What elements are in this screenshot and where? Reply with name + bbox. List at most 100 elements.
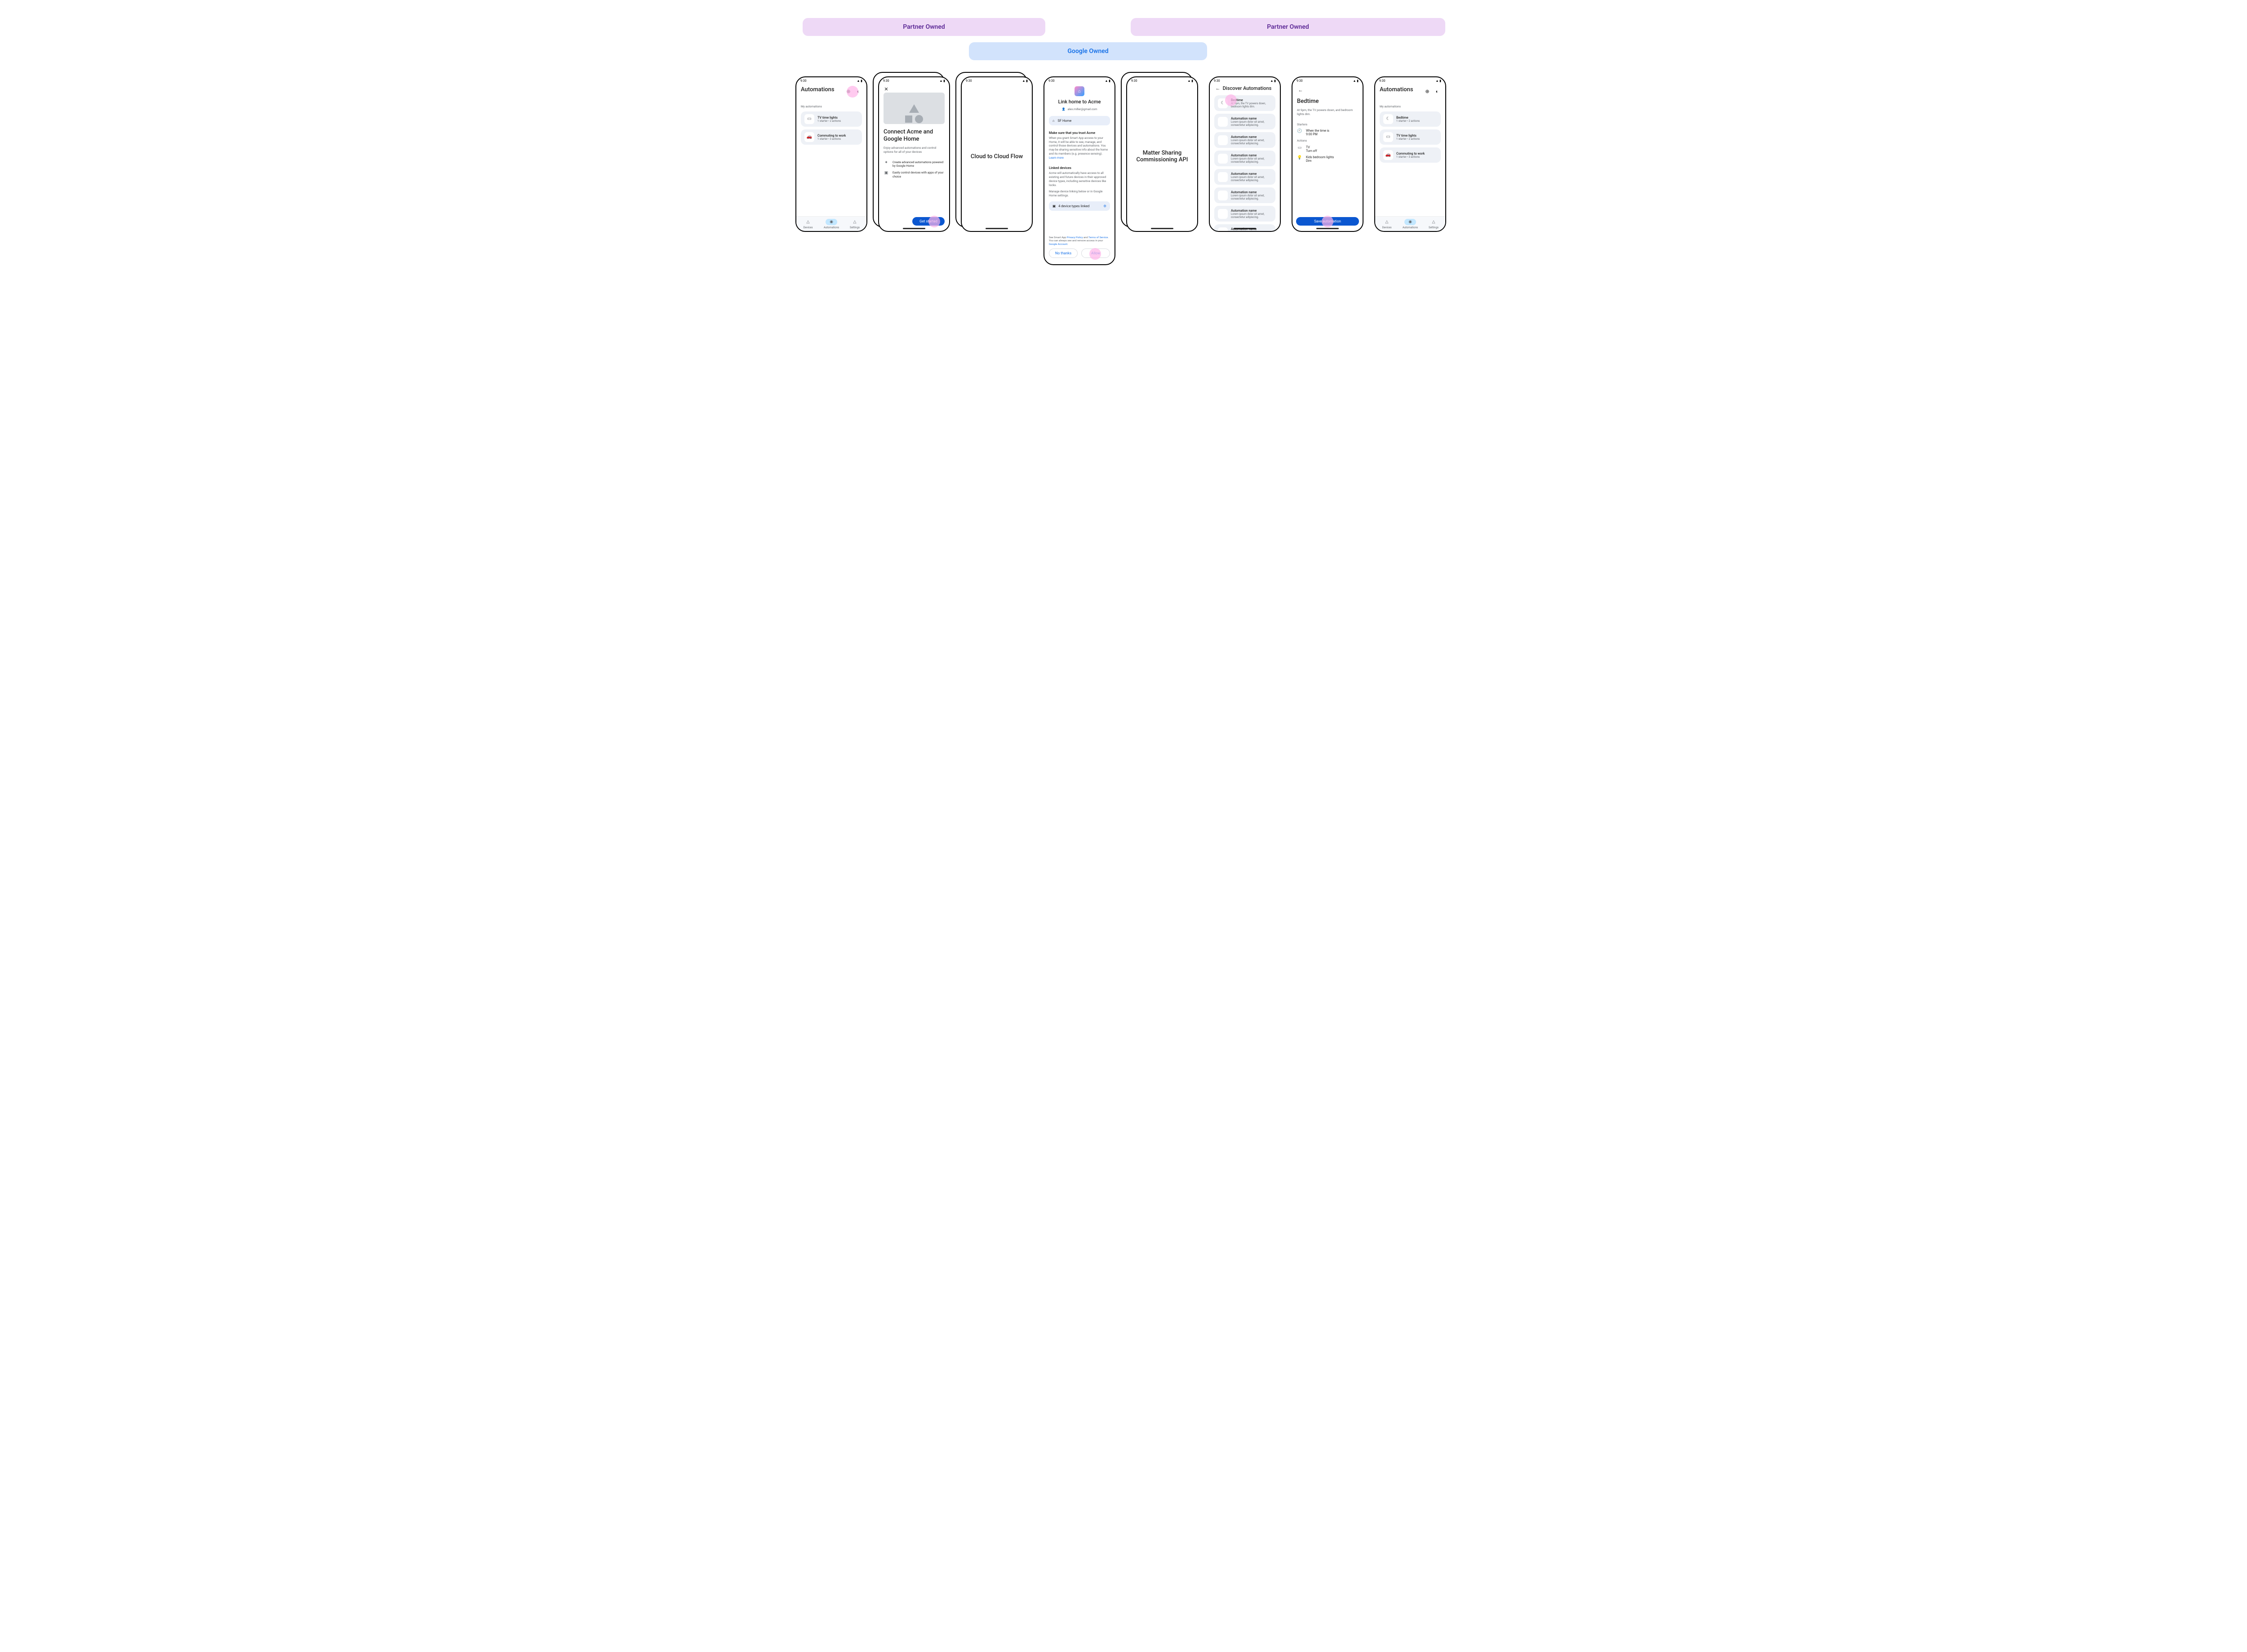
automation-subtitle: At 9pm, the TV powers down, and bedroom … <box>1297 108 1358 116</box>
automation-row[interactable]: 🚗Commuting to work1 starter • 3 actions <box>801 129 862 145</box>
home-indicator <box>903 228 925 229</box>
learn-more-link[interactable]: Learn more <box>1049 156 1064 160</box>
action-row[interactable]: 💡Kids bedroom lightsDim <box>1297 155 1358 163</box>
status-time: 9:30 <box>800 79 807 83</box>
row-subtitle: 1 starter • 2 actions <box>1396 120 1420 123</box>
row-thumbnail <box>1218 117 1228 127</box>
status-icons: ▲ ▮ <box>1270 79 1276 83</box>
row-title: Bedtime <box>1396 115 1420 120</box>
moon-icon: ☾ <box>1218 98 1228 108</box>
nav-settings[interactable]: △Settings <box>843 217 866 231</box>
status-icons: ▲ ▮ <box>1105 79 1110 83</box>
gear-icon[interactable]: ⚙ <box>1103 204 1106 208</box>
close-button[interactable]: ✕ <box>883 85 890 93</box>
section-header: My automations <box>1380 105 1441 109</box>
allow-button[interactable]: Allow <box>1081 249 1110 258</box>
add-automation-button[interactable]: ⊕ <box>845 88 852 95</box>
privacy-policy-link[interactable]: Privacy Policy <box>1067 236 1083 239</box>
row-subtitle: 1 starter • 3 actions <box>1396 155 1425 159</box>
home-indicator <box>1316 228 1339 229</box>
hero-illustration-row2 <box>884 113 945 124</box>
nav-settings[interactable]: △Settings <box>1422 217 1445 231</box>
automation-title: Bedtime <box>1297 98 1358 105</box>
account-avatar-button[interactable]: ◐ <box>1434 88 1441 95</box>
bottom-nav: △Devices ◉Automations △Settings <box>796 216 866 231</box>
status-icons: ▲ ▮ <box>1353 79 1359 83</box>
phone-link-home: 9:30 ▲ ▮ ⌂ Link home to Acme 👤 alex.mill… <box>1044 76 1115 265</box>
row-thumbnail <box>1218 191 1228 200</box>
automation-row[interactable]: Automation nameLorem ipsum dolor sit ame… <box>1214 132 1275 148</box>
save-automation-button[interactable]: Save automation <box>1296 217 1359 226</box>
starters-heading: Starters <box>1297 123 1358 127</box>
status-time: 9:30 <box>966 79 972 83</box>
person-icon: 👤 <box>1061 107 1065 111</box>
bullet-icon: ▣ <box>884 171 889 179</box>
linked-body: Acme will automatically have access to a… <box>1049 171 1110 187</box>
row-icon: ▭ <box>1383 132 1393 142</box>
status-time: 9:30 <box>883 79 889 83</box>
account-avatar-button[interactable]: ◐ <box>855 88 862 95</box>
status-bar: 9:30 ▲ ▮ <box>796 77 866 84</box>
banner-partner-owned-left: Partner Owned <box>803 18 1045 36</box>
status-bar: 9:30 ▲ ▮ <box>1375 77 1445 84</box>
phone-connect-acme: 9:30 ▲ ▮ ✕ Connect Acme and Google Home <box>878 76 950 232</box>
automation-row[interactable]: 🚗Commuting to work1 starter • 3 actions <box>1380 147 1441 163</box>
status-time: 9:30 <box>1214 79 1220 83</box>
status-time: 9:30 <box>1048 79 1055 83</box>
row-thumbnail <box>1218 135 1228 145</box>
automation-row[interactable]: Automation nameLorem ipsum dolor sit ame… <box>1214 169 1275 185</box>
add-automation-button[interactable]: ⊕ <box>1424 88 1431 95</box>
status-bar: 9:30 ▲ ▮ <box>879 77 949 84</box>
page-title: Automations <box>1380 86 1413 93</box>
home-indicator <box>986 228 1008 229</box>
google-account-link[interactable]: Google Account <box>1049 243 1067 246</box>
nav-devices[interactable]: △Devices <box>796 217 820 231</box>
status-bar: 9:30 ▲ ▮ <box>1127 77 1197 84</box>
nav-devices[interactable]: △Devices <box>1375 217 1399 231</box>
status-bar: 9:30 ▲ ▮ <box>1292 77 1363 84</box>
ownership-banners: Partner Owned Partner Owned Google Owned <box>795 18 1452 67</box>
automation-row[interactable]: Automation nameLorem ipsum dolor sit ame… <box>1214 151 1275 166</box>
home-indicator <box>1151 228 1173 229</box>
automation-row[interactable]: Automation nameLorem ipsum dolor sit ame… <box>1214 114 1275 129</box>
starter-row[interactable]: 🕘 When the time is9:00 PM <box>1297 129 1358 136</box>
no-thanks-button[interactable]: No thanks <box>1049 249 1078 258</box>
terms-link[interactable]: Terms of Service <box>1088 236 1108 239</box>
nav-automations[interactable]: ◉Automations <box>1399 217 1422 231</box>
action-icon: 💡 <box>1297 155 1302 163</box>
phone-bedtime-detail: 9:30 ▲ ▮ ← Bedtime At 9pm, the TV powers… <box>1292 76 1363 232</box>
banner-partner-owned-right: Partner Owned <box>1131 18 1445 36</box>
automation-row[interactable]: ☾Bedtime1 starter • 2 actions <box>1380 111 1441 127</box>
back-button[interactable]: ← <box>1297 86 1304 93</box>
automation-row[interactable]: Automation nameLorem ipsum dolor sit ame… <box>1214 206 1275 222</box>
feature-bullet: ✦Create advanced automations powered by … <box>884 160 945 169</box>
status-bar: 9:30 ▲ ▮ <box>962 77 1032 84</box>
phone-automations-before: 9:30 ▲ ▮ Automations ⊕ ◐ My automations … <box>795 76 867 232</box>
bullet-icon: ✦ <box>884 160 889 169</box>
row-icon: ▭ <box>804 114 814 124</box>
automation-row[interactable]: ▭TV time lights1 starter • 2 actions <box>1380 129 1441 145</box>
row-title: TV time lights <box>817 115 841 120</box>
feature-bullet: ▣Easily control devices with apps of you… <box>884 171 945 179</box>
status-icons: ▲ ▮ <box>939 79 945 83</box>
placeholder-title: Matter Sharing Commissioning API <box>1132 86 1193 226</box>
home-selector[interactable]: ⌂ SF Home <box>1049 116 1110 125</box>
page-title: Automations <box>801 86 835 93</box>
automation-row[interactable]: ▭TV time lights1 starter • 2 actions <box>801 111 862 127</box>
action-row[interactable]: ▭TVTurn off <box>1297 146 1358 153</box>
row-title: TV time lights <box>1396 133 1420 138</box>
get-started-button[interactable]: Get started <box>912 217 945 226</box>
clock-icon: 🕘 <box>1297 129 1302 136</box>
row-subtitle: 1 starter • 2 actions <box>817 120 841 123</box>
automation-row[interactable]: Automation nameLorem ipsum dolor sit ame… <box>1214 187 1275 203</box>
link-title: Link home to Acme <box>1049 99 1110 105</box>
automation-row-featured[interactable]: ☾ BedtimeAt 9pm, the TV powers down, bed… <box>1214 95 1275 111</box>
phone-discover-automations: 9:30 ▲ ▮ ← Discover Automations ☾ Bedtim… <box>1209 76 1281 232</box>
linked-devices-chip[interactable]: ▣4 device types linked ⚙ <box>1049 201 1110 211</box>
trust-heading: Make sure that you trust Acme <box>1049 131 1110 135</box>
nav-automations[interactable]: ◉Automations <box>820 217 843 231</box>
home-indicator <box>1234 228 1256 229</box>
app-icon: ⌂ <box>1075 86 1084 96</box>
phone-automations-after: 9:30 ▲ ▮ Automations ⊕ ◐ My automations … <box>1374 76 1446 232</box>
status-time: 9:30 <box>1131 79 1137 83</box>
